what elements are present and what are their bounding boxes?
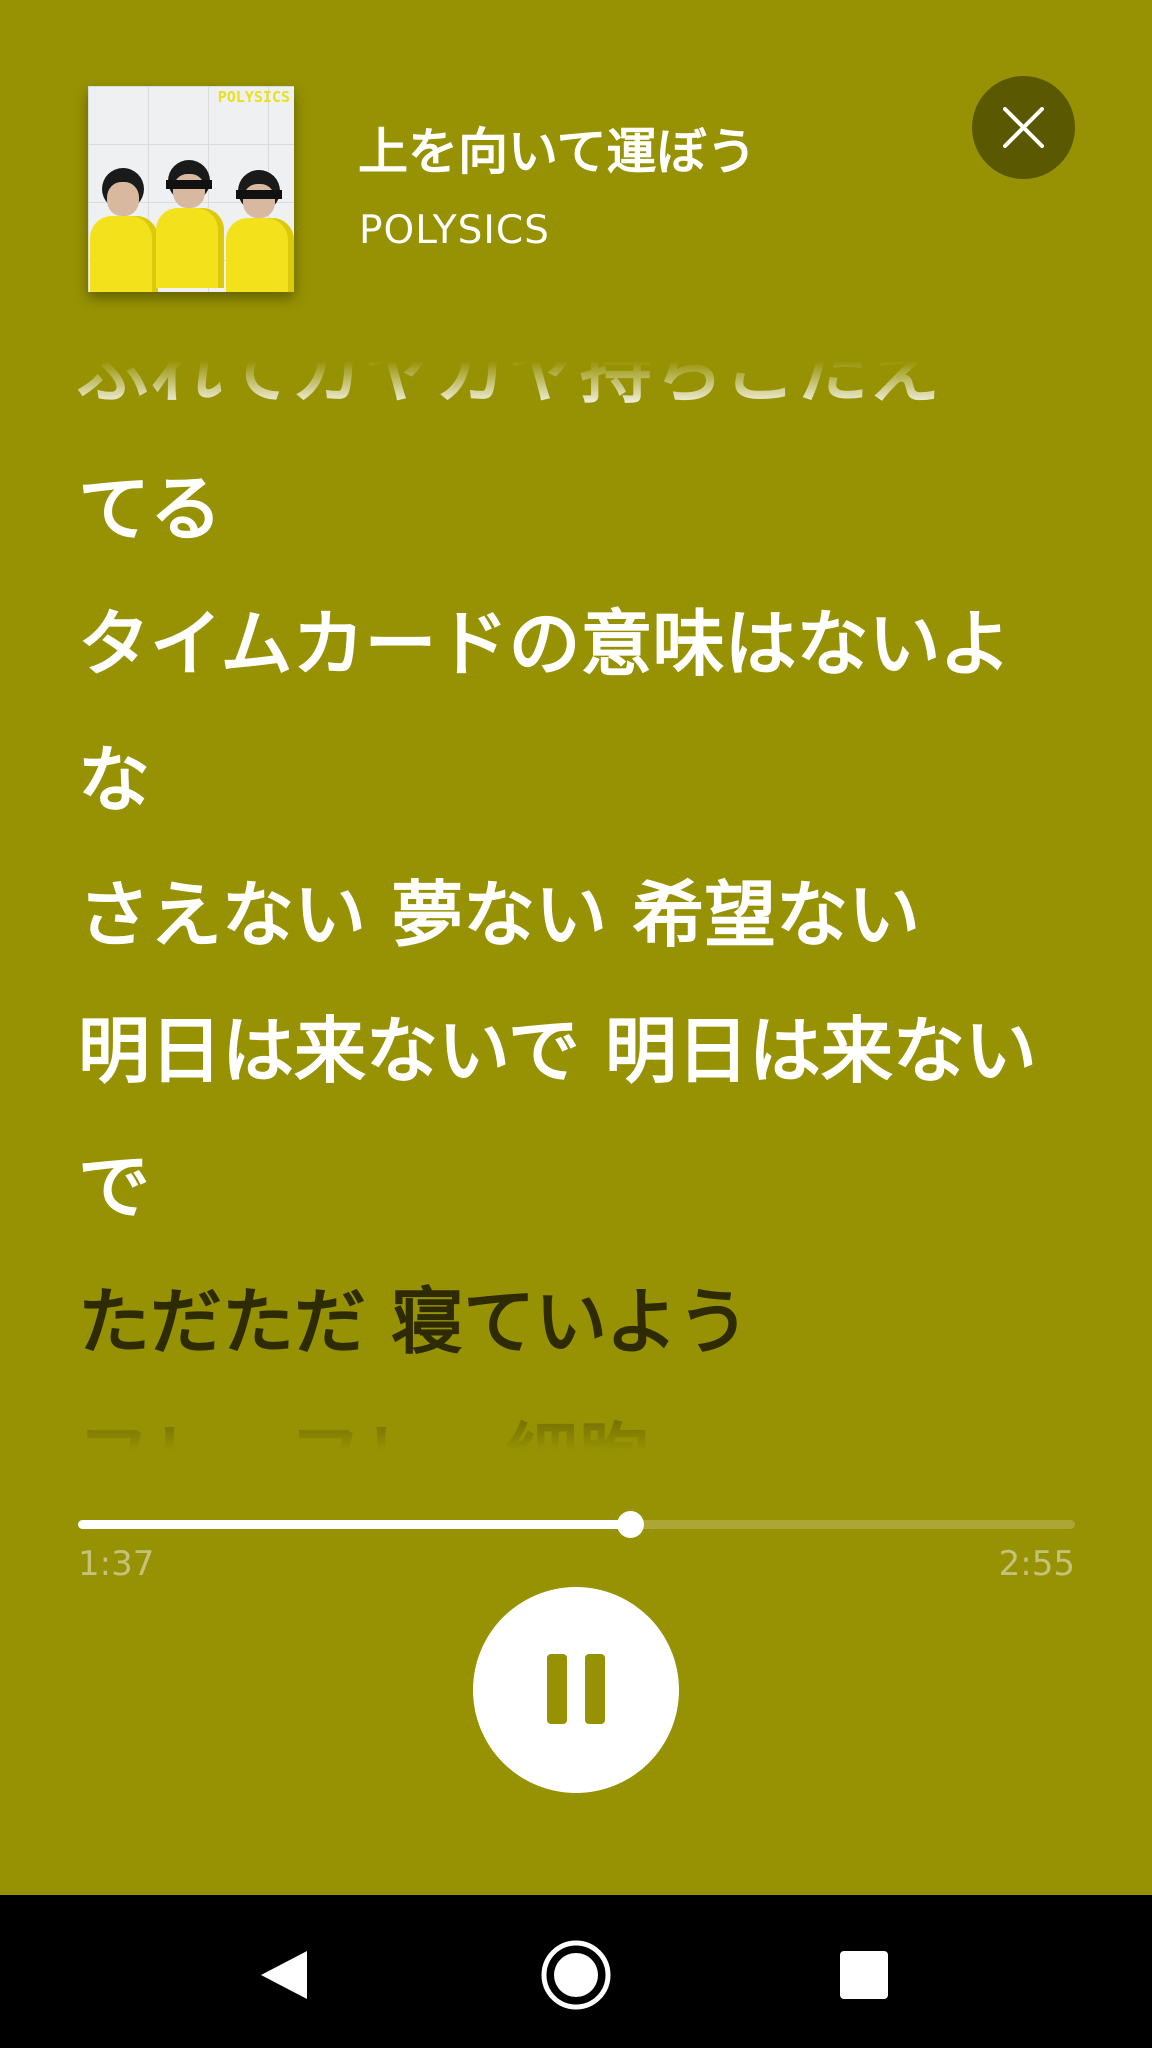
song-title: 上を向いて運ぼう <box>358 123 757 181</box>
album-figure <box>226 170 294 292</box>
recents-square-icon <box>840 1951 888 1999</box>
lyrics-screen: POLYSICS 上を向いて運ぼう POLYSICS ぶれてガヤガヤ持ちこたえ … <box>0 0 1152 1895</box>
lyric-line: さえない 夢ない 希望ない <box>78 873 921 957</box>
album-logo: POLYSICS <box>217 88 290 106</box>
lyric-line: てる <box>78 467 223 551</box>
lyric-line-current: ただただ 寝ていよう <box>78 1280 750 1364</box>
back-triangle-icon <box>261 1951 307 1999</box>
home-circle-icon <box>541 1940 611 2010</box>
progress-slider[interactable] <box>78 1511 1075 1538</box>
lyric-line: タイムカードの意味はないよ <box>78 602 1012 686</box>
nav-home-button[interactable] <box>536 1935 616 2015</box>
nav-recents-button[interactable] <box>824 1935 904 2015</box>
close-button[interactable] <box>972 76 1075 179</box>
album-figure <box>90 168 158 292</box>
progress-thumb[interactable] <box>617 1511 644 1538</box>
pause-icon <box>547 1654 567 1724</box>
pause-icon <box>585 1654 605 1724</box>
total-time: 2:55 <box>998 1544 1075 1584</box>
lyric-line: ぶれてガヤガヤ持ちこたえ <box>78 340 940 413</box>
lyric-line: な <box>78 738 151 822</box>
lyric-line: 明日は来ないで 明日は来ない <box>78 1009 1037 1093</box>
album-art: POLYSICS <box>88 86 294 292</box>
artist-name: POLYSICS <box>359 208 550 253</box>
pause-button[interactable] <box>473 1587 679 1793</box>
lyrics-scroll-area[interactable]: ぶれてガヤガヤ持ちこたえ てる タイムカードの意味はないよ な さえない 夢ない… <box>0 340 1152 1460</box>
lyric-line: で <box>78 1145 151 1229</box>
elapsed-time: 1:37 <box>78 1544 155 1584</box>
nav-back-button[interactable] <box>245 1935 325 2015</box>
lyric-line: フレーフレー細胞 <box>78 1415 650 1460</box>
close-icon <box>1003 107 1044 148</box>
system-nav-bar <box>0 1895 1152 2048</box>
album-figure <box>156 160 224 292</box>
progress-fill <box>78 1520 630 1529</box>
